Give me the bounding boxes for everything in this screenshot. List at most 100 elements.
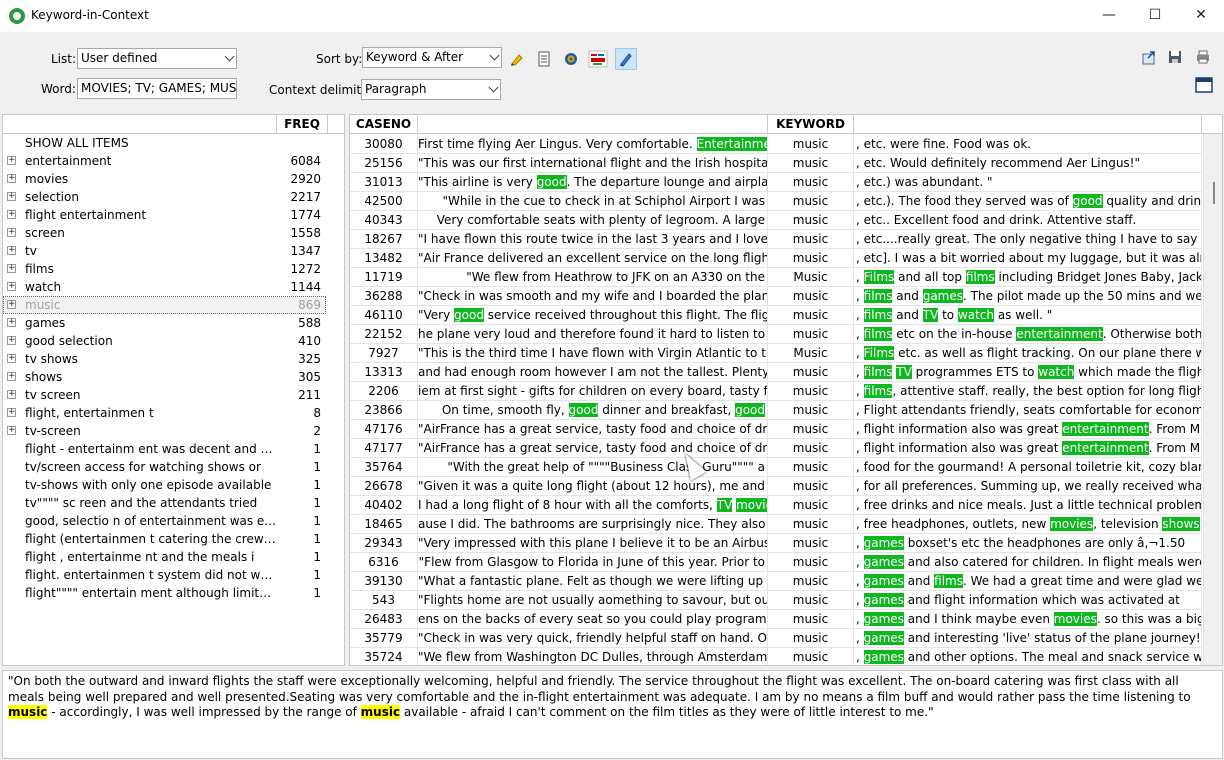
table-row[interactable]: 25156 "This was our first international f… bbox=[350, 154, 1202, 173]
expand-icon[interactable]: + bbox=[7, 246, 16, 255]
table-row[interactable]: 18465 ause I did. The bathrooms are surpr… bbox=[350, 515, 1202, 534]
maximize-button[interactable]: ☐ bbox=[1132, 0, 1178, 32]
list-item[interactable]: + watch 1144 bbox=[3, 278, 344, 296]
expand-icon[interactable]: + bbox=[7, 336, 16, 345]
list-item[interactable]: + good selection 410 bbox=[3, 332, 344, 350]
close-button[interactable]: ✕ bbox=[1178, 0, 1224, 32]
list-item[interactable]: + tv shows 325 bbox=[3, 350, 344, 368]
table-row[interactable]: 26483 ens on the backs of every seat so y… bbox=[350, 610, 1202, 629]
expand-icon[interactable]: + bbox=[7, 300, 16, 309]
expand-icon[interactable]: + bbox=[7, 390, 16, 399]
expand-icon[interactable]: + bbox=[7, 192, 16, 201]
keyword-cell: music bbox=[768, 477, 854, 495]
minimize-button[interactable]: — bbox=[1086, 0, 1132, 32]
table-row[interactable]: 29343 "Very impressed with this plane I b… bbox=[350, 534, 1202, 553]
scrollbar-thumb[interactable] bbox=[1213, 182, 1215, 204]
word-input[interactable]: MOVIES; TV; GAMES; MUSIC; SH bbox=[77, 78, 237, 99]
list-item[interactable]: + music 869 bbox=[3, 296, 344, 314]
expand-icon[interactable]: + bbox=[7, 372, 16, 381]
list-item[interactable]: flight"""" entertain ment although limit… bbox=[3, 584, 344, 602]
table-row[interactable]: 35779 "Check in was very quick, friendly … bbox=[350, 629, 1202, 648]
window-icon[interactable] bbox=[1193, 74, 1215, 96]
list-item[interactable]: flight. entertainmen t system did not wo… bbox=[3, 566, 344, 584]
expand-icon[interactable]: + bbox=[7, 354, 16, 363]
table-row[interactable]: 35764 "With the great help of """"Busines… bbox=[350, 458, 1202, 477]
context-text: and had enough room however I am not the… bbox=[418, 365, 768, 379]
list-item[interactable]: flight (entertainmen t catering the crew… bbox=[3, 530, 344, 548]
sort-select[interactable]: Keyword & After bbox=[362, 47, 502, 68]
export-icon[interactable] bbox=[1138, 46, 1160, 68]
expand-icon[interactable]: + bbox=[7, 264, 16, 273]
table-row[interactable]: 36288 "Check in was smooth and my wife an… bbox=[350, 287, 1202, 306]
keyword-header[interactable]: KEYWORD bbox=[768, 115, 854, 134]
table-row[interactable]: 18267 "I have flown this route twice in t… bbox=[350, 230, 1202, 249]
list-item[interactable]: + selection 2217 bbox=[3, 188, 344, 206]
table-row[interactable]: 40402 I had a long flight of 8 hour with … bbox=[350, 496, 1202, 515]
list-item[interactable]: + screen 1558 bbox=[3, 224, 344, 242]
table-row[interactable]: 22152 he plane very loud and therefore fo… bbox=[350, 325, 1202, 344]
list-item[interactable]: + flight entertainment 1774 bbox=[3, 206, 344, 224]
table-row[interactable]: 2206 iem at first sight - gifts for child… bbox=[350, 382, 1202, 401]
list-item[interactable]: + flight, entertainmen t 8 bbox=[3, 404, 344, 422]
expand-icon[interactable]: + bbox=[7, 228, 16, 237]
after-header[interactable] bbox=[854, 115, 1202, 134]
list-item[interactable]: + tv 1347 bbox=[3, 242, 344, 260]
table-row[interactable]: 42500 "While in the cue to check in at Sc… bbox=[350, 192, 1202, 211]
print-icon[interactable] bbox=[1192, 46, 1214, 68]
table-row[interactable]: 7927 "This is the third time I have flown… bbox=[350, 344, 1202, 363]
expand-icon[interactable]: + bbox=[7, 426, 16, 435]
list-item[interactable]: good, selectio n of entertainment was ex… bbox=[3, 512, 344, 530]
list-select[interactable]: User defined bbox=[77, 48, 237, 69]
list-item[interactable]: tv"""" sc reen and the attendants tried 1 bbox=[3, 494, 344, 512]
table-row[interactable]: 543 "Flights home are not usually aomethi… bbox=[350, 591, 1202, 610]
table-row[interactable]: 35724 "We flew from Washington DC Dulles,… bbox=[350, 648, 1202, 665]
list-item[interactable]: + films 1272 bbox=[3, 260, 344, 278]
table-row[interactable]: 31013 "This airline is very good. The dep… bbox=[350, 173, 1202, 192]
list-item[interactable]: flight , entertainme nt and the meals i 1 bbox=[3, 548, 344, 566]
save-icon[interactable] bbox=[1164, 46, 1186, 68]
expand-icon[interactable]: + bbox=[7, 408, 16, 417]
table-row[interactable]: 13313 and had enough room however I am no… bbox=[350, 363, 1202, 382]
vertical-scrollbar[interactable] bbox=[1203, 134, 1222, 665]
expand-icon[interactable]: + bbox=[7, 210, 16, 219]
expand-icon[interactable]: + bbox=[7, 174, 16, 183]
after-context-cell: , etc....really great. The only negative… bbox=[854, 230, 1202, 248]
highlighter-icon[interactable] bbox=[506, 48, 528, 70]
list-item[interactable]: + entertainment 6084 bbox=[3, 152, 344, 170]
before-header[interactable] bbox=[418, 115, 768, 134]
list-item[interactable]: + games 588 bbox=[3, 314, 344, 332]
expand-icon[interactable]: + bbox=[7, 282, 16, 291]
expand-icon[interactable]: + bbox=[7, 318, 16, 327]
word-cloud-icon[interactable] bbox=[587, 48, 609, 70]
table-row[interactable]: 47177 "AirFrance has a great service, tas… bbox=[350, 439, 1202, 458]
table-row[interactable]: 11719 "We flew from Heathrow to JFK on an… bbox=[350, 268, 1202, 287]
before-context-cell: "While in the cue to check in at Schipho… bbox=[418, 192, 768, 210]
list-item[interactable]: flight - entertainm ent was decent and m… bbox=[3, 440, 344, 458]
toolbar: List: User defined Word: MOVIES; TV; GAM… bbox=[0, 32, 1224, 114]
caseno-header[interactable]: CASENO bbox=[350, 115, 418, 134]
table-row[interactable]: 6316 "Flew from Glasgow to Florida in Jun… bbox=[350, 553, 1202, 572]
delimiter-select[interactable]: Paragraph bbox=[361, 79, 501, 100]
expand-icon[interactable]: + bbox=[7, 156, 16, 165]
table-row[interactable]: 40343 Very comfortable seats with plenty … bbox=[350, 211, 1202, 230]
list-item[interactable]: tv/screen access for watching shows or 1 bbox=[3, 458, 344, 476]
table-row[interactable]: 47176 "AirFrance has a great service, tas… bbox=[350, 420, 1202, 439]
table-row[interactable]: 13482 "Air France delivered an excellent … bbox=[350, 249, 1202, 268]
list-item[interactable]: + tv screen 211 bbox=[3, 386, 344, 404]
table-row[interactable]: 23866 On time, smooth fly, good dinner an… bbox=[350, 401, 1202, 420]
list-item[interactable]: + shows 305 bbox=[3, 368, 344, 386]
table-row[interactable]: 39130 "What a fantastic plane. Felt as th… bbox=[350, 572, 1202, 591]
pen-icon[interactable] bbox=[615, 48, 637, 70]
target-icon[interactable] bbox=[560, 48, 582, 70]
show-all-items[interactable]: SHOW ALL ITEMS bbox=[3, 134, 344, 152]
list-item[interactable]: tv-shows with only one episode available… bbox=[3, 476, 344, 494]
list-item[interactable]: + movies 2920 bbox=[3, 170, 344, 188]
context-text: which made the flight bbox=[1074, 365, 1202, 379]
context-text: "We flew from Washington DC Dulles, thro… bbox=[418, 650, 768, 664]
freq-header[interactable]: FREQ bbox=[276, 115, 328, 134]
table-row[interactable]: 26678 "Given it was a quite long flight (… bbox=[350, 477, 1202, 496]
table-row[interactable]: 46110 "Very good service received through… bbox=[350, 306, 1202, 325]
table-row[interactable]: 30080 First time flying Aer Lingus. Very … bbox=[350, 135, 1202, 154]
rtf-export-icon[interactable] bbox=[533, 48, 555, 70]
list-item[interactable]: + tv-screen 2 bbox=[3, 422, 344, 440]
